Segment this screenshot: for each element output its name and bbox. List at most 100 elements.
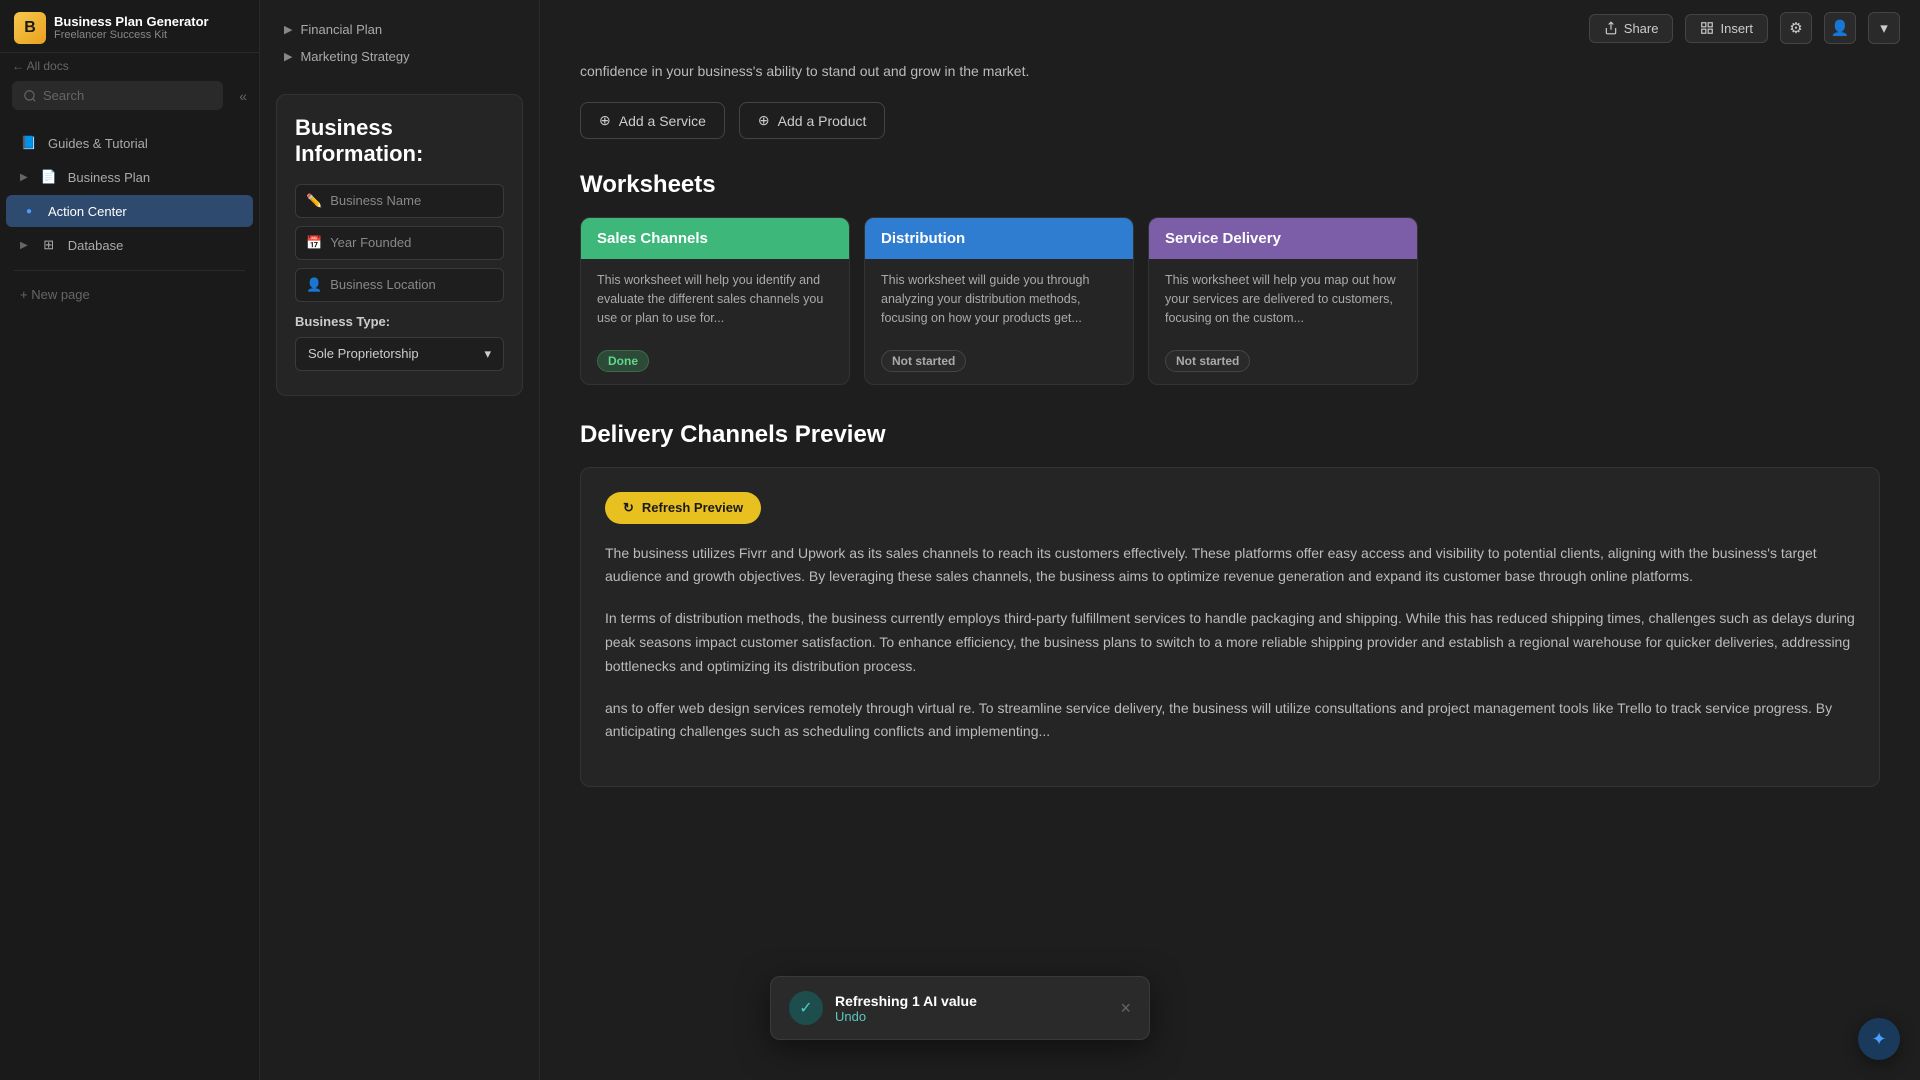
action-center-icon: ●: [20, 202, 38, 220]
worksheet-footer: Done: [581, 342, 849, 384]
business-plan-icon: 📄: [40, 168, 58, 186]
services-buttons: ⊕ Add a Service ⊕ Add a Product: [580, 102, 1880, 139]
share-icon: [1604, 21, 1618, 35]
settings-button[interactable]: ⚙: [1780, 12, 1812, 44]
outline-item-financial-plan[interactable]: ▶ Financial Plan: [276, 16, 523, 43]
guides-icon: 📘: [20, 134, 38, 152]
services-description: confidence in your business's ability to…: [580, 60, 1880, 82]
add-product-button[interactable]: ⊕ Add a Product: [739, 102, 885, 139]
all-docs-link[interactable]: ← All docs: [0, 53, 259, 73]
sidebar-item-guides[interactable]: 📘 Guides & Tutorial: [6, 127, 253, 159]
status-badge: Done: [597, 350, 649, 372]
sidebar-item-label: Action Center: [48, 204, 127, 219]
worksheets-row: Sales Channels This worksheet will help …: [580, 217, 1880, 384]
search-bar[interactable]: [12, 81, 223, 110]
biz-field-label: Business Name: [330, 193, 421, 208]
status-badge: Not started: [1165, 350, 1250, 372]
share-label: Share: [1624, 21, 1659, 36]
sidebar-subtitle: Freelancer Success Kit: [54, 29, 209, 42]
dropdown-chevron-icon: ▾: [484, 346, 491, 362]
share-button[interactable]: Share: [1589, 14, 1674, 43]
sidebar-header: B Business Plan Generator Freelancer Suc…: [0, 0, 259, 53]
refresh-preview-button[interactable]: ↻ Refresh Preview: [605, 492, 761, 524]
pencil-icon: ✏️: [306, 193, 322, 209]
calendar-icon: 📅: [306, 235, 322, 251]
outline-section: ▶ Financial Plan ▶ Marketing Strategy: [260, 16, 539, 82]
sidebar-collapse-button[interactable]: «: [235, 84, 251, 108]
search-row: «: [0, 73, 259, 118]
delivery-paragraph-1: The business utilizes Fivrr and Upwork a…: [605, 542, 1855, 590]
check-mark-icon: ✓: [799, 998, 812, 1018]
database-icon: ⊞: [40, 236, 58, 254]
biz-type-label: Business Type:: [295, 314, 504, 329]
worksheet-body: This worksheet will help you identify an…: [581, 259, 849, 341]
user-avatar-button[interactable]: 👤: [1824, 12, 1856, 44]
worksheet-card-sales-channels[interactable]: Sales Channels This worksheet will help …: [580, 217, 850, 384]
insert-button[interactable]: Insert: [1685, 14, 1768, 43]
worksheet-header: Sales Channels: [581, 218, 849, 259]
new-page-label: + New page: [20, 287, 90, 302]
arrow-left-icon: ←: [12, 59, 27, 73]
delivery-section: Delivery Channels Preview ↻ Refresh Prev…: [580, 421, 1880, 788]
main-content: ▶ Financial Plan ▶ Marketing Strategy Bu…: [260, 0, 1920, 1080]
nav-divider: [14, 270, 245, 271]
outline-item-label: Financial Plan: [300, 22, 382, 37]
refresh-label: Refresh Preview: [642, 500, 743, 515]
plus-icon: ⊕: [599, 112, 611, 129]
biz-field-label: Business Location: [330, 277, 436, 292]
add-service-button[interactable]: ⊕ Add a Service: [580, 102, 725, 139]
biz-field-label: Year Founded: [330, 235, 411, 250]
biz-type-value: Sole Proprietorship: [308, 346, 419, 361]
biz-field-name[interactable]: ✏️ Business Name: [295, 184, 504, 218]
sidebar-title: Business Plan Generator: [54, 14, 209, 30]
sidebar-item-label: Business Plan: [68, 170, 150, 185]
delivery-paragraph-2: In terms of distribution methods, the bu…: [605, 607, 1855, 678]
user-icon: 👤: [1831, 19, 1850, 37]
sidebar-item-label: Guides & Tutorial: [48, 136, 148, 151]
biz-type-select[interactable]: Sole Proprietorship ▾: [295, 337, 504, 371]
expand-icon: ▶: [20, 240, 28, 251]
sidebar-item-action-center[interactable]: ● Action Center: [6, 195, 253, 227]
toast-title: Refreshing 1 AI value: [835, 993, 1108, 1009]
sparkle-icon: ✦: [1871, 1029, 1886, 1050]
worksheet-header: Distribution: [865, 218, 1133, 259]
delivery-paragraph-3: ans to offer web design services remotel…: [605, 697, 1855, 745]
right-panel: Share Insert ⚙ 👤 ▾ confidence in your bu…: [540, 0, 1920, 1080]
top-header: Share Insert ⚙ 👤 ▾: [1569, 0, 1920, 56]
insert-label: Insert: [1720, 21, 1753, 36]
delivery-section-title: Delivery Channels Preview: [580, 421, 1880, 449]
outline-item-marketing-strategy[interactable]: ▶ Marketing Strategy: [276, 43, 523, 70]
sidebar: B Business Plan Generator Freelancer Suc…: [0, 0, 260, 1080]
business-info-card: Business Information: ✏️ Business Name 📅…: [276, 94, 523, 396]
outline-item-label: Marketing Strategy: [300, 49, 409, 64]
worksheet-card-distribution[interactable]: Distribution This worksheet will guide y…: [864, 217, 1134, 384]
sidebar-item-business-plan[interactable]: ▶ 📄 Business Plan: [6, 161, 253, 193]
search-icon: [23, 89, 37, 103]
new-page-button[interactable]: + New page: [6, 280, 253, 309]
refresh-icon: ↻: [623, 500, 634, 516]
sidebar-title-block: Business Plan Generator Freelancer Succe…: [54, 14, 209, 43]
toast-notification: ✓ Refreshing 1 AI value Undo ×: [770, 976, 1150, 1040]
search-input[interactable]: [43, 88, 212, 103]
toast-close-button[interactable]: ×: [1120, 999, 1131, 1017]
add-service-label: Add a Service: [619, 113, 706, 129]
biz-info-title: Business Information:: [295, 115, 504, 168]
insert-icon: [1700, 21, 1714, 35]
biz-field-location[interactable]: 👤 Business Location: [295, 268, 504, 302]
toast-content: Refreshing 1 AI value Undo: [835, 993, 1108, 1024]
app-logo: B: [14, 12, 46, 44]
add-product-label: Add a Product: [778, 113, 867, 129]
worksheet-card-service-delivery[interactable]: Service Delivery This worksheet will hel…: [1148, 217, 1418, 384]
undo-button[interactable]: Undo: [835, 1009, 1108, 1024]
outline-arrow-icon: ▶: [284, 23, 292, 36]
plus-icon: ⊕: [758, 112, 770, 129]
status-badge: Not started: [881, 350, 966, 372]
services-area: confidence in your business's ability to…: [580, 0, 1880, 839]
sidebar-item-database[interactable]: ▶ ⊞ Database: [6, 229, 253, 261]
floating-help-button[interactable]: ✦: [1858, 1018, 1900, 1060]
expand-icon: ▶: [20, 172, 28, 183]
worksheets-title: Worksheets: [580, 171, 1880, 199]
biz-field-year-founded[interactable]: 📅 Year Founded: [295, 226, 504, 260]
settings-icon: ⚙: [1789, 19, 1802, 37]
more-options-button[interactable]: ▾: [1868, 12, 1900, 44]
